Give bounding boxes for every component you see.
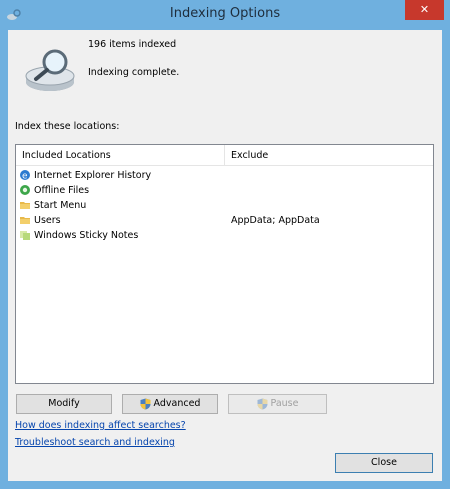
indexing-drive-magnifier-icon [25, 49, 75, 91]
close-label: Close [371, 457, 397, 468]
location-name: Internet Explorer History [34, 170, 152, 181]
troubleshoot-link[interactable]: Troubleshoot search and indexing [15, 437, 175, 448]
uac-shield-icon [140, 398, 151, 409]
offline-files-icon [20, 185, 30, 195]
location-row[interactable]: Users AppData; AppData [16, 213, 433, 228]
location-name: Offline Files [34, 185, 90, 196]
indexing-status: Indexing complete. [88, 67, 180, 78]
folder-icon [20, 217, 30, 224]
list-header: Included Locations Exclude [16, 145, 433, 166]
indexing-affect-searches-link[interactable]: How does indexing affect searches? [15, 420, 186, 431]
svg-text:e: e [22, 172, 28, 182]
location-row[interactable]: Offline Files [16, 183, 433, 198]
close-icon: ✕ [419, 3, 430, 16]
location-row[interactable]: Windows Sticky Notes [16, 228, 433, 243]
column-divider[interactable] [224, 145, 225, 165]
uac-shield-icon [257, 398, 268, 409]
close-button[interactable]: Close [335, 453, 433, 473]
column-header-exclude[interactable]: Exclude [231, 150, 268, 161]
window-title: Indexing Options [169, 6, 281, 21]
location-name: Users [34, 215, 61, 226]
items-indexed-count: 196 items indexed [88, 39, 177, 50]
column-header-included[interactable]: Included Locations [22, 150, 111, 161]
location-row[interactable]: Start Menu [16, 198, 433, 213]
title-bar[interactable]: Indexing Options ✕ [0, 0, 450, 30]
location-name: Start Menu [34, 200, 87, 211]
location-row[interactable]: e Internet Explorer History [16, 168, 433, 183]
folder-icon [20, 202, 30, 209]
dialog-content: 196 items indexed Indexing complete. Ind… [8, 30, 442, 481]
ie-icon: e [20, 170, 30, 182]
location-exclude: AppData; AppData [231, 215, 320, 226]
indexing-options-window: Indexing Options ✕ 196 items indexed Ind… [0, 0, 450, 489]
close-window-button[interactable]: ✕ [405, 0, 444, 20]
pause-button[interactable]: Pause [228, 394, 327, 414]
advanced-label: Advanced [153, 398, 201, 409]
advanced-button[interactable]: Advanced [122, 394, 218, 414]
location-name: Windows Sticky Notes [34, 230, 139, 241]
sticky-notes-icon [20, 231, 30, 240]
locations-list[interactable]: Included Locations Exclude e Internet Ex… [15, 144, 434, 384]
modify-label: Modify [48, 398, 80, 409]
pause-label: Pause [270, 398, 299, 409]
modify-button[interactable]: Modify [16, 394, 112, 414]
locations-section-label: Index these locations: [15, 121, 120, 132]
